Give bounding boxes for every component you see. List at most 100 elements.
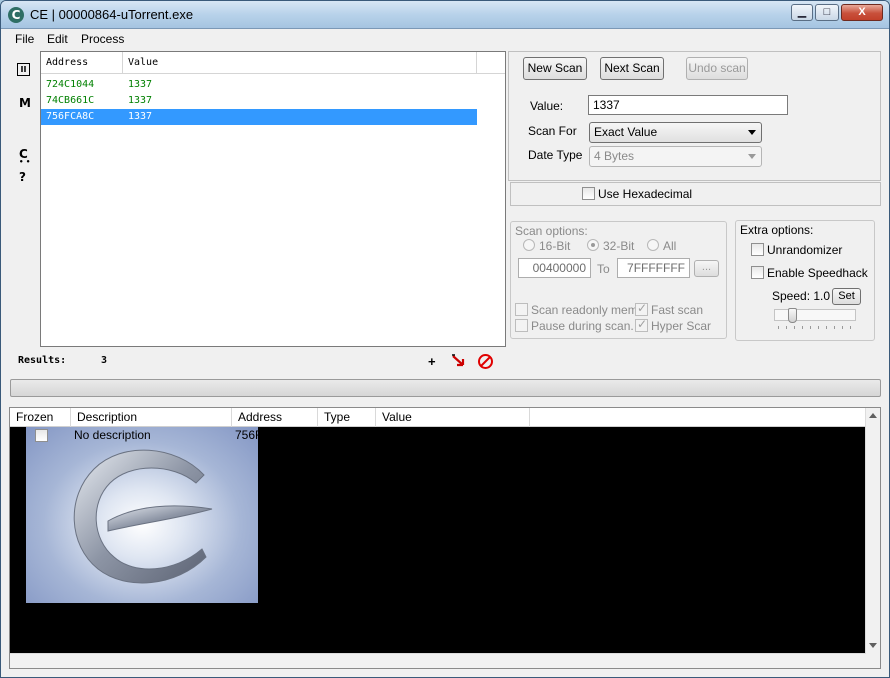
checkmark-icon: ✓ [637, 301, 648, 315]
help-icon[interactable]: ? [19, 170, 26, 184]
checkmark-icon: ✓ [637, 317, 648, 331]
results-count: 3 [101, 355, 108, 366]
scan-options-title: Scan options: [515, 224, 588, 238]
process-pause-icon[interactable]: II [17, 63, 30, 76]
fast-scan-label: Fast scan [651, 303, 704, 317]
cheat-engine-logo-icon [73, 449, 213, 584]
horizontal-scrollbar[interactable] [10, 653, 866, 668]
frozen-checkbox[interactable] [35, 429, 48, 442]
start-address-input[interactable]: 00400000 [518, 258, 591, 278]
vertical-scrollbar[interactable] [865, 408, 880, 668]
pause-scan-label: Pause during scan. [531, 319, 634, 333]
extra-options-title: Extra options: [740, 223, 814, 237]
radio-32bit-label: 32-Bit [603, 239, 635, 253]
left-toolstrip: II M C • • ? [11, 51, 39, 347]
results-label: Results: [18, 355, 67, 366]
value-label: Value: [530, 99, 564, 113]
entry-address[interactable]: 756F [235, 428, 262, 442]
clear-list-icon[interactable] [477, 353, 494, 370]
scan-progress-bar [10, 379, 881, 397]
menu-bar: File Edit Process [1, 29, 889, 49]
browse-button[interactable]: ... [694, 260, 719, 277]
radio-16bit[interactable] [523, 239, 535, 251]
scan-options-group: Scan options: 16-Bit 32-Bit All 00400000… [510, 221, 727, 339]
next-scan-button[interactable]: Next Scan [600, 57, 664, 80]
column-frozen[interactable]: Frozen [10, 408, 71, 427]
cheat-engine-logo [26, 427, 258, 603]
column-type[interactable]: Type [318, 408, 376, 427]
radio-all-label: All [663, 239, 677, 253]
set-speed-button[interactable]: Set [832, 288, 861, 305]
row-address: 724C1044 [46, 79, 95, 90]
scan-for-value: Exact Value [594, 125, 658, 139]
found-row[interactable]: 724C1044 1337 [41, 77, 477, 93]
scan-panel: New Scan Next Scan Undo scan Value: 1337… [508, 51, 881, 181]
column-value[interactable]: Value [376, 408, 530, 427]
row-address: 74CB661C [46, 95, 95, 106]
readonly-checkbox[interactable] [515, 303, 528, 316]
found-row-selected[interactable]: 756FCA8C 1337 [41, 109, 477, 125]
arrow-down-red-icon[interactable] [451, 353, 467, 369]
scan-for-label: Scan For [528, 124, 577, 138]
results-bar: Results: 3 + [11, 348, 507, 376]
data-type-select[interactable]: 4 Bytes [589, 146, 762, 167]
found-addresses-list[interactable]: Address Value 724C1044 1337 74CB661C 133… [40, 51, 506, 347]
row-value: 1337 [128, 95, 153, 106]
chevron-down-icon [748, 154, 756, 159]
fast-scan-checkbox[interactable]: ✓ [635, 301, 648, 316]
slider-ticks [778, 326, 856, 329]
cheat-engine-app-icon[interactable]: C [8, 7, 24, 23]
pause-scan-checkbox[interactable] [515, 319, 528, 332]
add-address-icon[interactable]: + [428, 354, 436, 369]
cheat-table-header: Frozen Description Address Type Value [10, 408, 866, 427]
cheat-engine-window: C CE | 00000864-uTorrent.exe ▁ □ X File … [0, 0, 890, 678]
radio-16bit-label: 16-Bit [539, 239, 571, 253]
stop-address-input[interactable]: 7FFFFFFF [617, 258, 690, 278]
readonly-label: Scan readonly mem. [531, 303, 642, 317]
column-value[interactable]: Value [123, 52, 477, 74]
to-label: To [597, 262, 610, 276]
menu-edit[interactable]: Edit [47, 32, 68, 46]
speedhack-label: Enable Speedhack [767, 266, 868, 280]
memory-view-icon[interactable]: M [19, 96, 31, 110]
data-type-label: Date Type [528, 148, 583, 162]
radio-all[interactable] [647, 239, 659, 251]
speed-label: Speed: 1.0 [772, 289, 831, 303]
window-title: CE | 00000864-uTorrent.exe [30, 7, 194, 22]
close-button[interactable]: X [841, 4, 883, 21]
speed-slider-track[interactable] [774, 309, 856, 321]
column-address[interactable]: Address [41, 52, 123, 74]
menu-file[interactable]: File [15, 32, 34, 46]
cheat-table-list[interactable]: Frozen Description Address Type Value No… [9, 407, 881, 669]
use-hex-label: Use Hexadecimal [598, 187, 693, 201]
scroll-down-icon[interactable] [869, 643, 877, 648]
use-hex-checkbox[interactable] [582, 187, 595, 200]
radio-32bit[interactable] [587, 239, 599, 251]
scroll-up-icon[interactable] [869, 413, 877, 418]
title-bar[interactable]: C CE | 00000864-uTorrent.exe ▁ □ X [1, 1, 889, 29]
value-input[interactable]: 1337 [588, 95, 788, 115]
speedhack-checkbox[interactable] [751, 266, 764, 279]
column-address[interactable]: Address [232, 408, 318, 427]
maximize-button[interactable]: □ [815, 4, 839, 21]
hex-row: Use Hexadecimal [510, 182, 881, 206]
menu-process[interactable]: Process [81, 32, 124, 46]
hyper-scan-label: Hyper Scar [651, 319, 712, 333]
column-description[interactable]: Description [71, 408, 232, 427]
new-scan-button[interactable]: New Scan [523, 57, 587, 80]
minimize-button[interactable]: ▁ [791, 4, 813, 21]
scan-for-select[interactable]: Exact Value [589, 122, 762, 143]
row-address: 756FCA8C [46, 111, 95, 122]
row-value: 1337 [128, 79, 153, 90]
entry-description[interactable]: No description [74, 428, 151, 442]
found-list-header: Address Value [41, 52, 505, 74]
unrandomizer-checkbox[interactable] [751, 243, 764, 256]
radio-dot [591, 243, 595, 247]
speed-slider-thumb[interactable] [788, 308, 797, 323]
extra-options-group: Extra options: Unrandomizer Enable Speed… [735, 220, 875, 341]
found-row[interactable]: 74CB661C 1337 [41, 93, 477, 109]
undo-scan-button[interactable]: Undo scan [686, 57, 748, 80]
hyper-scan-checkbox[interactable]: ✓ [635, 317, 648, 332]
chevron-down-icon [748, 130, 756, 135]
dots-icon: • • [19, 158, 31, 166]
